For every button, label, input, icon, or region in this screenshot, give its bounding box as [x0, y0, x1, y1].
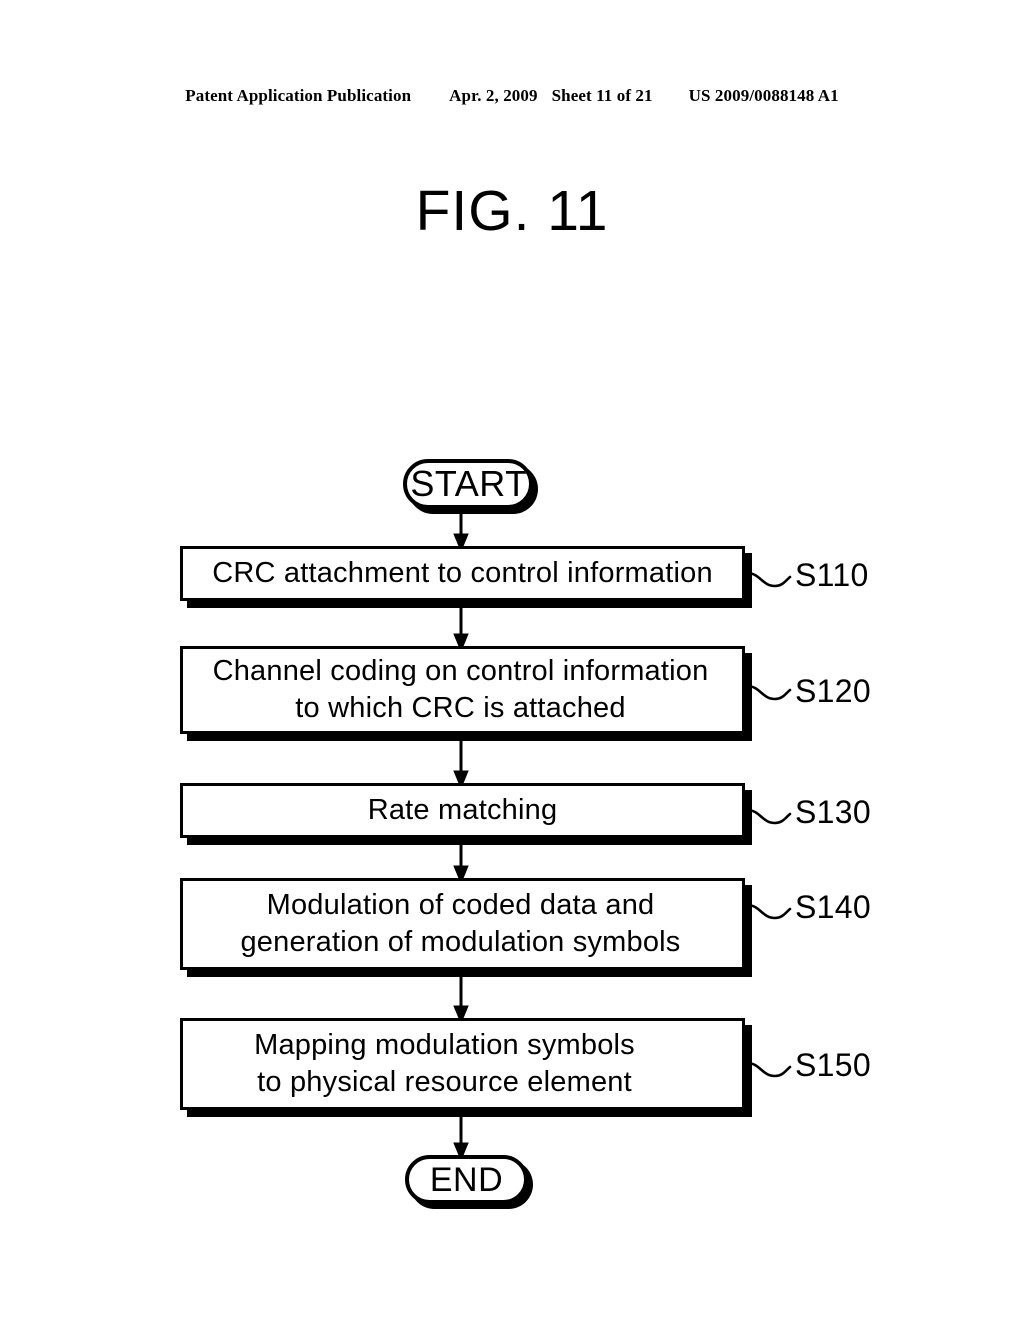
flow-step-s130-text: Rate matching: [367, 793, 558, 826]
flow-step-s110-text: CRC attachment to control information: [212, 556, 713, 589]
flow-step-s120: Channel coding on control information to…: [180, 646, 745, 734]
flow-node-end-label: END: [429, 1160, 504, 1199]
flow-node-end: END: [405, 1155, 528, 1204]
flowchart: START CRC attachment to control informat…: [0, 0, 1024, 1320]
flow-node-start-label: START: [410, 463, 528, 504]
flow-step-s150: Mapping modulation symbols to physical r…: [180, 1018, 745, 1110]
step-reference-s120: S120: [795, 673, 871, 709]
flow-step-s140: Modulation of coded data and generation …: [180, 878, 745, 970]
step-reference-s150: S150: [795, 1047, 871, 1083]
flow-node-start: START: [403, 459, 533, 509]
flow-step-s150-text: Mapping modulation symbols to physical r…: [254, 1028, 635, 1098]
step-reference-s130: S130: [795, 794, 871, 830]
flow-step-s140-text: Modulation of coded data and generation …: [240, 888, 681, 958]
step-reference-s110: S110: [795, 557, 869, 593]
flow-step-s130: Rate matching: [180, 783, 745, 838]
step-reference-s140: S140: [795, 889, 871, 925]
flow-step-s110: CRC attachment to control information: [180, 546, 745, 601]
flow-step-s120-text: Channel coding on control information to…: [212, 654, 709, 724]
